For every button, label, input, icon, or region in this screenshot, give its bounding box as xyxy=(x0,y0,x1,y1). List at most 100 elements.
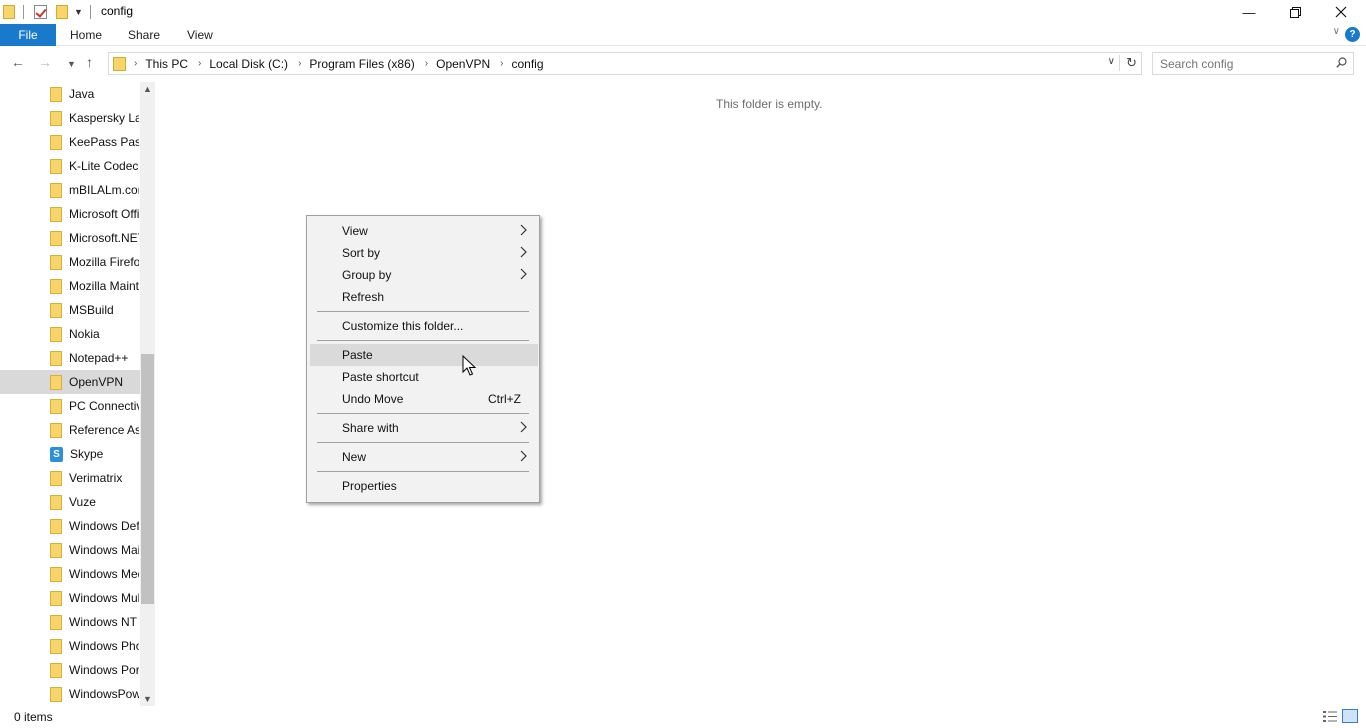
menu-item-paste-shortcut[interactable]: Paste shortcut xyxy=(310,366,538,388)
nav-item-windows-photo-viewer[interactable]: Windows Photo Viewer xyxy=(0,634,140,658)
nav-item-windows-defender[interactable]: Windows Defender xyxy=(0,514,140,538)
nav-item-msbuild[interactable]: MSBuild xyxy=(0,298,140,322)
menu-item-paste[interactable]: Paste xyxy=(310,344,538,366)
menu-item-label: Group by xyxy=(342,268,392,282)
nav-item-label: Verimatrix xyxy=(69,471,123,485)
menu-item-undo-move[interactable]: Undo Move Ctrl+Z xyxy=(310,388,538,410)
nav-item-nokia[interactable]: Nokia xyxy=(0,322,140,346)
window-title: config xyxy=(101,4,134,18)
nav-item-reference-assemblies[interactable]: Reference Assemblies xyxy=(0,418,140,442)
nav-item-java[interactable]: Java xyxy=(0,82,140,106)
up-arrow-icon[interactable]: ↑ xyxy=(86,54,93,70)
nav-item-mozilla-maintenance[interactable]: Mozilla Maintenance Service xyxy=(0,274,140,298)
nav-item-label: Mozilla Firefox xyxy=(69,255,139,269)
minimize-button[interactable]: — xyxy=(1226,0,1272,24)
nav-item-skype[interactable]: S Skype xyxy=(0,442,140,466)
help-icon[interactable]: ? xyxy=(1345,27,1360,42)
nav-item-windows-powershell[interactable]: WindowsPowerShell xyxy=(0,682,140,706)
nav-item-vuze[interactable]: Vuze xyxy=(0,490,140,514)
breadcrumb-separator-icon[interactable]: › xyxy=(425,58,428,69)
search-icon[interactable] xyxy=(1336,57,1347,68)
breadcrumb-separator-icon[interactable]: › xyxy=(500,58,503,69)
menu-item-share-with[interactable]: Share with xyxy=(310,417,538,439)
folder-icon xyxy=(113,56,126,71)
item-count: 0 items xyxy=(14,710,53,724)
nav-pane-scrollbar[interactable]: ▲ ▼ xyxy=(140,82,155,706)
breadcrumb-program-files[interactable]: Program Files (x86) xyxy=(309,57,414,71)
tab-view[interactable]: View xyxy=(187,28,213,42)
folder-icon xyxy=(50,494,62,510)
properties-check-icon[interactable] xyxy=(34,5,47,19)
nav-item-pc-connectivity[interactable]: PC Connectivity Solution xyxy=(0,394,140,418)
large-icons-view-icon[interactable] xyxy=(1342,709,1358,723)
search-input[interactable] xyxy=(1160,56,1330,71)
nav-item-mozilla-firefox[interactable]: Mozilla Firefox xyxy=(0,250,140,274)
forward-arrow-icon[interactable]: → xyxy=(38,54,52,70)
tab-share[interactable]: Share xyxy=(128,28,160,42)
nav-item-windows-multimedia[interactable]: Windows Multimedia Platform xyxy=(0,586,140,610)
nav-item-microsoft-office[interactable]: Microsoft Office xyxy=(0,202,140,226)
menu-item-sort-by[interactable]: Sort by xyxy=(310,242,538,264)
refresh-icon[interactable]: ↻ xyxy=(1119,55,1137,71)
nav-item-k-lite-codec[interactable]: K-Lite Codec Pack xyxy=(0,154,140,178)
details-view-icon[interactable] xyxy=(1322,710,1338,723)
nav-item-mbilalm[interactable]: mBILALm.com xyxy=(0,178,140,202)
nav-item-label: Windows Mail xyxy=(69,543,139,557)
close-button[interactable] xyxy=(1318,0,1364,24)
title-bar: ▼ config — xyxy=(0,0,1366,24)
nav-item-label: Skype xyxy=(70,447,104,461)
nav-item-kaspersky-lab[interactable]: Kaspersky Lab xyxy=(0,106,140,130)
recent-locations-chevron-icon[interactable]: ▼ xyxy=(67,59,76,69)
nav-item-windows-mail[interactable]: Windows Mail xyxy=(0,538,140,562)
nav-item-keepass[interactable]: KeePass Password Safe xyxy=(0,130,140,154)
tab-file[interactable]: File xyxy=(0,24,56,46)
menu-item-customize-folder[interactable]: Customize this folder... xyxy=(310,315,538,337)
address-history-chevron-icon[interactable]: ∨ xyxy=(1108,56,1115,67)
menu-separator xyxy=(317,471,529,472)
nav-item-openvpn[interactable]: OpenVPN xyxy=(0,370,140,394)
context-menu: View Sort by Group by Refresh Customize … xyxy=(306,215,540,503)
breadcrumb-openvpn[interactable]: OpenVPN xyxy=(436,57,490,71)
nav-item-microsoft-net[interactable]: Microsoft.NET xyxy=(0,226,140,250)
scroll-down-arrow-icon[interactable]: ▼ xyxy=(140,694,155,704)
nav-item-label: Kaspersky Lab xyxy=(69,111,139,125)
restore-button[interactable] xyxy=(1272,0,1318,24)
scrollbar-thumb[interactable] xyxy=(141,354,154,604)
customize-toolbar-chevron-icon[interactable]: ▼ xyxy=(74,7,83,17)
breadcrumb-separator-icon[interactable]: › xyxy=(134,58,137,69)
breadcrumb-config[interactable]: config xyxy=(511,57,543,71)
skype-icon: S xyxy=(50,446,63,462)
tab-home[interactable]: Home xyxy=(70,28,102,42)
breadcrumb-separator-icon[interactable]: › xyxy=(198,58,201,69)
folder-icon xyxy=(50,638,62,654)
menu-item-view[interactable]: View xyxy=(310,220,538,242)
menu-item-group-by[interactable]: Group by xyxy=(310,264,538,286)
nav-item-windows-nt[interactable]: Windows NT xyxy=(0,610,140,634)
back-arrow-icon[interactable]: ← xyxy=(11,54,25,70)
submenu-arrow-icon xyxy=(520,224,527,236)
nav-item-label: Mozilla Maintenance Service xyxy=(69,279,139,293)
address-bar[interactable]: › This PC › Local Disk (C:) › Program Fi… xyxy=(108,52,1142,75)
breadcrumb-this-pc[interactable]: This PC xyxy=(145,57,188,71)
expand-ribbon-chevron-icon[interactable]: ∨ xyxy=(1333,26,1340,37)
menu-item-properties[interactable]: Properties xyxy=(310,475,538,497)
menu-item-label: Properties xyxy=(342,479,397,493)
folder-icon xyxy=(50,326,62,342)
menu-item-label: Paste shortcut xyxy=(342,370,419,384)
menu-item-refresh[interactable]: Refresh xyxy=(310,286,538,308)
folder-icon xyxy=(50,686,62,702)
nav-item-windows-portable-devices[interactable]: Windows Portable Devices xyxy=(0,658,140,682)
folder-icon xyxy=(50,254,62,270)
new-folder-icon[interactable] xyxy=(56,5,68,19)
menu-item-new[interactable]: New xyxy=(310,446,538,468)
folder-icon xyxy=(50,206,62,222)
search-box[interactable] xyxy=(1152,52,1354,75)
breadcrumb-local-disk[interactable]: Local Disk (C:) xyxy=(209,57,288,71)
nav-item-windows-media-player[interactable]: Windows Media Player xyxy=(0,562,140,586)
scroll-up-arrow-icon[interactable]: ▲ xyxy=(140,84,155,94)
nav-item-notepad-plus-plus[interactable]: Notepad++ xyxy=(0,346,140,370)
submenu-arrow-icon xyxy=(520,268,527,280)
nav-item-verimatrix[interactable]: Verimatrix xyxy=(0,466,140,490)
breadcrumb-separator-icon[interactable]: › xyxy=(298,58,301,69)
navigation-pane: Java Kaspersky Lab KeePass Password Safe… xyxy=(0,82,157,706)
